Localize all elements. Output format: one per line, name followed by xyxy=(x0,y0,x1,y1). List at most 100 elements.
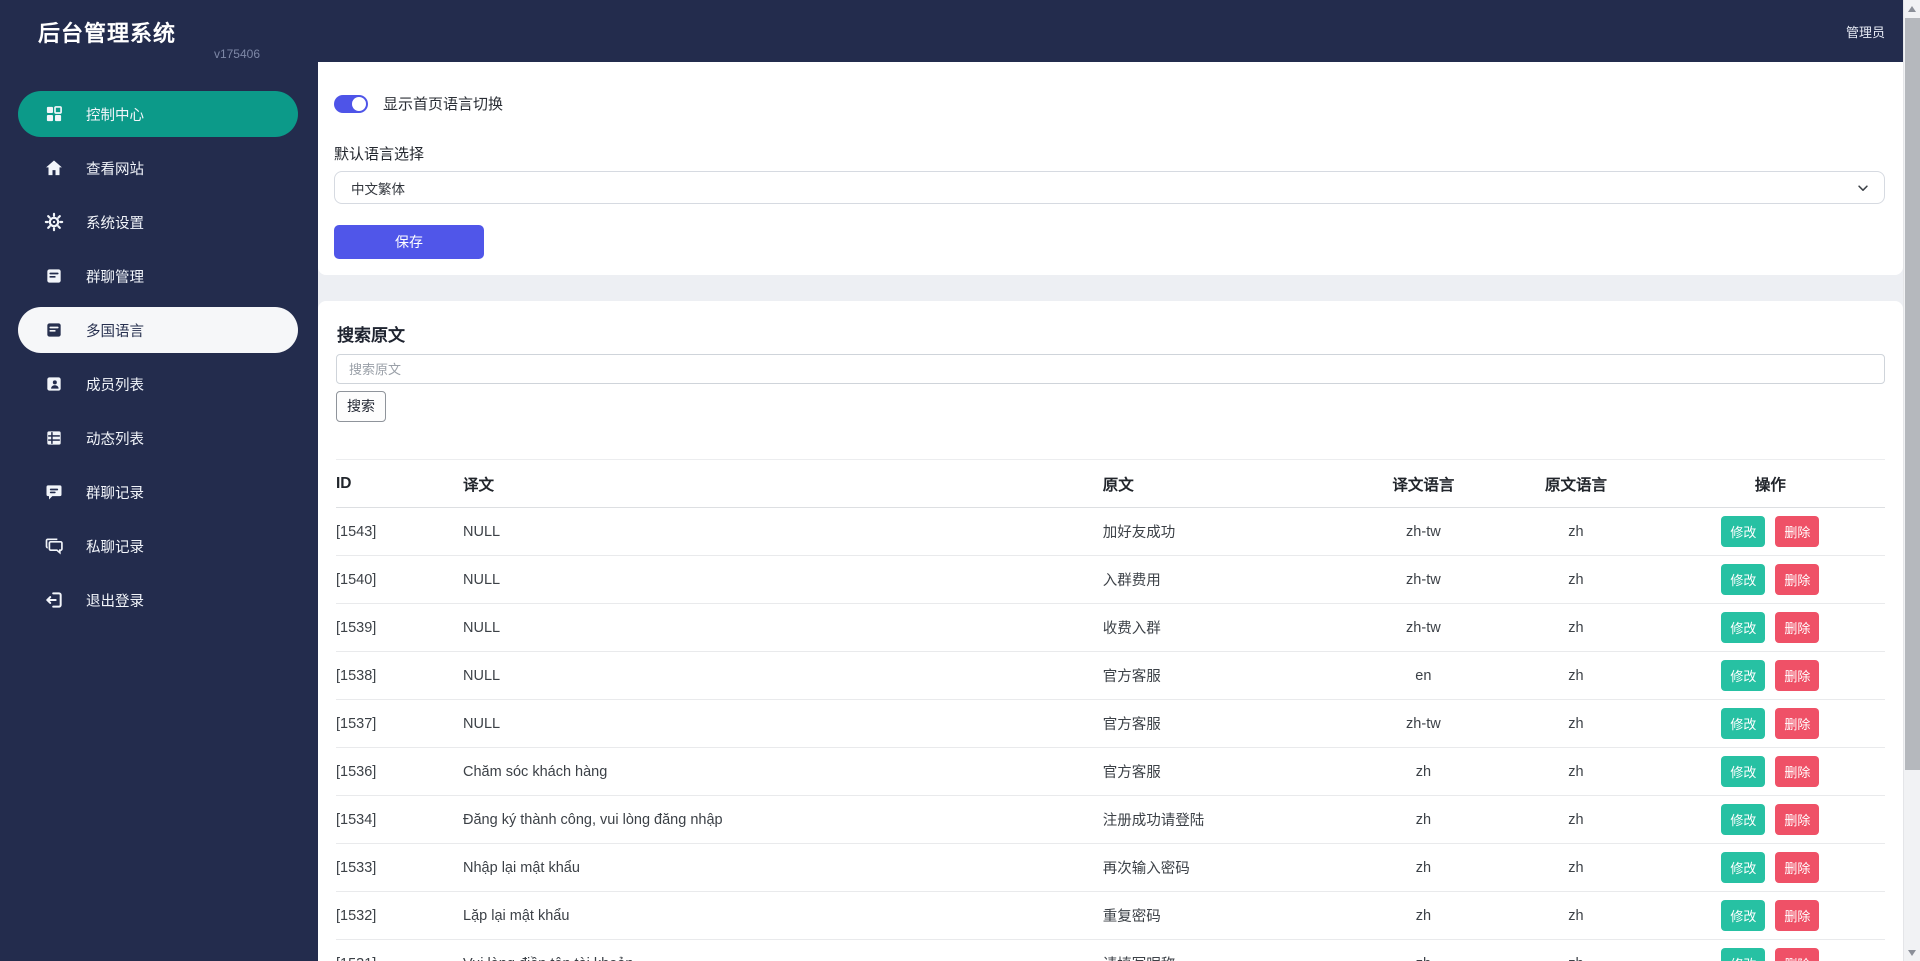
cell-target-lang: zh xyxy=(1350,891,1497,940)
toggle-knob xyxy=(352,96,366,111)
cell-actions: 修改 删除 xyxy=(1655,795,1885,844)
delete-button[interactable]: 删除 xyxy=(1775,516,1820,547)
cell-source: 加好友成功 xyxy=(1102,507,1351,556)
cell-target-lang: zh-tw xyxy=(1350,507,1497,556)
cell-translation: Vui lòng điền tên tài khoản xyxy=(463,939,1103,961)
table-row: [1534] Đăng ký thành công, vui lòng đăng… xyxy=(336,795,1885,844)
sidebar-item-control-center[interactable]: 控制中心 xyxy=(18,91,298,137)
cell-source-lang: zh xyxy=(1496,555,1656,604)
cell-target-lang: zh xyxy=(1350,843,1497,892)
sidebar-item-private-chat-log[interactable]: 私聊记录 xyxy=(18,523,298,569)
cell-source-lang: zh xyxy=(1496,651,1656,700)
cell-translation: NULL xyxy=(463,699,1103,748)
sidebar-item-label: 退出登录 xyxy=(86,593,144,610)
delete-button[interactable]: 删除 xyxy=(1775,852,1820,883)
edit-button[interactable]: 修改 xyxy=(1721,852,1766,883)
double-chat-bubble-icon xyxy=(45,538,63,555)
cell-id: [1534] xyxy=(336,795,464,844)
delete-button[interactable]: 删除 xyxy=(1775,612,1820,643)
cell-source-lang: zh xyxy=(1496,843,1656,892)
cell-source: 官方客服 xyxy=(1102,651,1351,700)
edit-button[interactable]: 修改 xyxy=(1721,660,1766,691)
cell-target-lang: en xyxy=(1350,651,1497,700)
scrollbar-down-arrow[interactable] xyxy=(1904,944,1920,961)
table-row: [1543] NULL 加好友成功 zh-tw zh 修改 删除 xyxy=(336,507,1885,556)
delete-button[interactable]: 删除 xyxy=(1775,900,1820,931)
sidebar-item-group-chat-management[interactable]: 群聊管理 xyxy=(18,253,298,299)
search-section-title: 搜索原文 xyxy=(337,326,405,345)
cell-id: [1532] xyxy=(336,891,464,940)
language-settings-panel: 显示首页语言切换 默认语言选择 中文繁体 保存 xyxy=(318,62,1903,275)
delete-button[interactable]: 删除 xyxy=(1775,564,1820,595)
cell-actions: 修改 删除 xyxy=(1655,699,1885,748)
home-icon xyxy=(46,160,62,176)
app-version: v175406 xyxy=(213,47,260,61)
table-row: [1532] Lặp lại mật khẩu 重复密码 zh zh 修改 删除 xyxy=(336,891,1885,940)
cell-source: 官方客服 xyxy=(1102,699,1351,748)
delete-button[interactable]: 删除 xyxy=(1775,756,1820,787)
cell-actions: 修改 删除 xyxy=(1655,651,1885,700)
cell-id: [1536] xyxy=(336,747,464,796)
table-row: [1539] NULL 收费入群 zh-tw zh 修改 删除 xyxy=(336,603,1885,652)
edit-button[interactable]: 修改 xyxy=(1721,756,1766,787)
sidebar-menu: 控制中心 查看网站 系统设置 群聊管理 多国语言 成员列表 动态列表 群聊记录 … xyxy=(0,91,318,623)
cell-source-lang: zh xyxy=(1496,891,1656,940)
sidebar-item-system-settings[interactable]: 系统设置 xyxy=(18,199,298,245)
cell-id: [1537] xyxy=(336,699,464,748)
user-menu[interactable]: 管理员 xyxy=(1846,22,1885,41)
logout-icon xyxy=(46,592,62,608)
sidebar-item-label: 控制中心 xyxy=(86,107,144,124)
sidebar-item-member-list[interactable]: 成员列表 xyxy=(18,361,298,407)
edit-button[interactable]: 修改 xyxy=(1721,708,1766,739)
edit-button[interactable]: 修改 xyxy=(1721,516,1766,547)
cell-translation: Chăm sóc khách hàng xyxy=(463,747,1103,796)
sidebar-item-label: 群聊管理 xyxy=(86,269,144,286)
cell-source-lang: zh xyxy=(1496,507,1656,556)
scrollbar-thumb[interactable] xyxy=(1905,18,1920,770)
cell-source-lang: zh xyxy=(1496,795,1656,844)
delete-button[interactable]: 删除 xyxy=(1775,804,1820,835)
delete-button[interactable]: 删除 xyxy=(1775,708,1820,739)
sidebar-item-view-site[interactable]: 查看网站 xyxy=(18,145,298,191)
cell-source: 官方客服 xyxy=(1102,747,1351,796)
delete-button[interactable]: 删除 xyxy=(1775,660,1820,691)
edit-button[interactable]: 修改 xyxy=(1721,948,1766,961)
cell-source: 入群费用 xyxy=(1102,555,1351,604)
scrollbar-up-arrow[interactable] xyxy=(1904,0,1920,17)
search-button[interactable]: 搜索 xyxy=(336,391,386,422)
gear-icon xyxy=(44,212,64,232)
edit-button[interactable]: 修改 xyxy=(1721,804,1766,835)
dashboard-grid-icon xyxy=(46,106,62,122)
sidebar-item-label: 动态列表 xyxy=(86,431,144,448)
delete-button[interactable]: 删除 xyxy=(1775,948,1820,961)
edit-button[interactable]: 修改 xyxy=(1721,900,1766,931)
member-card-icon xyxy=(47,377,61,391)
edit-button[interactable]: 修改 xyxy=(1721,612,1766,643)
cell-actions: 修改 删除 xyxy=(1655,939,1885,961)
vertical-scrollbar[interactable] xyxy=(1903,0,1920,961)
cell-source-lang: zh xyxy=(1496,699,1656,748)
sidebar-item-group-chat-log[interactable]: 群聊记录 xyxy=(18,469,298,515)
cell-source-lang: zh xyxy=(1496,603,1656,652)
table-row: [1531] Vui lòng điền tên tài khoản 请填写昵称… xyxy=(336,939,1885,961)
cell-actions: 修改 删除 xyxy=(1655,891,1885,940)
sidebar: 后台管理系统 v175406 控制中心 查看网站 系统设置 群聊管理 多国语言 … xyxy=(0,0,318,961)
save-button[interactable]: 保存 xyxy=(334,225,484,259)
sidebar-item-label: 查看网站 xyxy=(86,161,144,178)
cell-id: [1533] xyxy=(336,843,464,892)
cell-actions: 修改 删除 xyxy=(1655,747,1885,796)
default-language-select[interactable]: 中文繁体 xyxy=(334,171,1885,204)
homepage-language-toggle[interactable] xyxy=(334,94,368,113)
cell-target-lang: zh-tw xyxy=(1350,603,1497,652)
sidebar-item-activity-list[interactable]: 动态列表 xyxy=(18,415,298,461)
sidebar-item-multilanguage[interactable]: 多国语言 xyxy=(18,307,298,353)
cell-translation: NULL xyxy=(463,555,1103,604)
cell-source: 注册成功请登陆 xyxy=(1102,795,1351,844)
cell-translation: NULL xyxy=(463,651,1103,700)
sidebar-item-label: 成员列表 xyxy=(86,377,144,394)
sidebar-item-logout[interactable]: 退出登录 xyxy=(18,577,298,623)
column-header-actions: 操作 xyxy=(1655,459,1885,508)
search-input[interactable] xyxy=(336,354,1885,384)
cell-translation: NULL xyxy=(463,603,1103,652)
edit-button[interactable]: 修改 xyxy=(1721,564,1766,595)
